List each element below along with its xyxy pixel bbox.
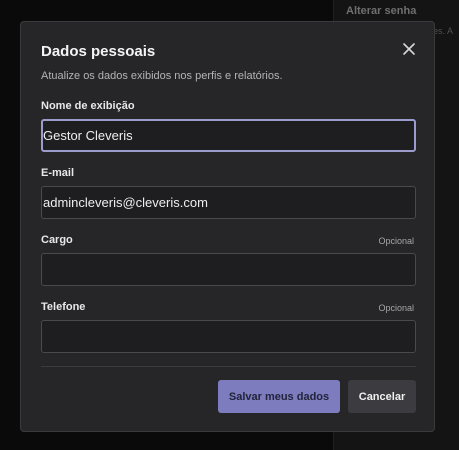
email-label: E-mail <box>41 167 75 179</box>
display-name-input[interactable] <box>41 119 416 152</box>
close-button[interactable] <box>399 39 419 59</box>
dialog-subtitle: Atualize os dados exibidos nos perfis e … <box>41 70 283 82</box>
display-name-label: Nome de exibição <box>41 100 135 112</box>
role-label: Cargo <box>41 234 73 246</box>
role-optional-label: Opcional <box>378 236 414 246</box>
change-password-tab: Alterar senha <box>346 5 417 17</box>
phone-input[interactable] <box>41 320 416 353</box>
close-icon <box>403 43 415 55</box>
phone-label: Telefone <box>41 301 86 313</box>
cancel-button[interactable]: Cancelar <box>348 380 416 413</box>
dialog-title: Dados pessoais <box>41 43 156 60</box>
save-button[interactable]: Salvar meus dados <box>218 380 340 413</box>
footer-divider <box>41 366 416 367</box>
personal-data-dialog: Dados pessoais Atualize os dados exibido… <box>20 21 435 432</box>
phone-optional-label: Opcional <box>378 303 414 313</box>
role-input[interactable] <box>41 253 416 286</box>
email-input[interactable] <box>41 186 416 219</box>
